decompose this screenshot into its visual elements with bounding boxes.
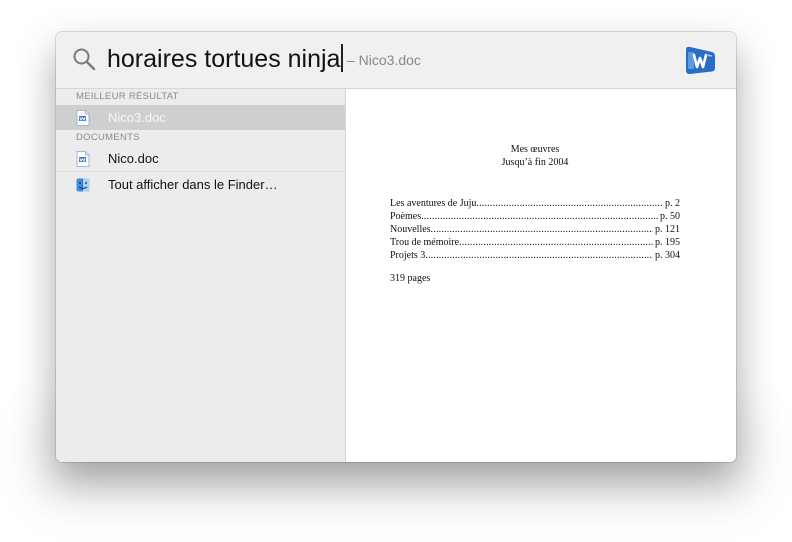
table-of-contents: Les aventures de Juju p. 2 Poèmes p. 50 No… (390, 197, 680, 262)
word-document-icon (76, 151, 90, 167)
toc-entry-label: Projets 3 (390, 250, 426, 261)
section-header-best-result: MEILLEUR RÉSULTAT (76, 91, 179, 102)
document-title: Mes œuvres (510, 144, 560, 155)
toc-entry: Nouvelles p. 121 (390, 223, 680, 236)
text-caret (341, 44, 343, 73)
result-item-label: Tout afficher dans le Finder… (108, 177, 278, 192)
toc-entry: Projets 3 p. 304 (390, 249, 680, 262)
finder-icon (76, 178, 90, 192)
document-preview: Mes œuvres Jusqu’à fin 2004 Les aventure… (346, 89, 736, 462)
search-input[interactable]: horaires tortues ninja – Nico3.doc (107, 42, 421, 76)
toc-entry-page: p. 2 (665, 198, 680, 209)
result-item-nico3-doc[interactable]: Nico3.doc (56, 105, 345, 130)
toc-entry: Les aventures de Juju p. 2 (390, 197, 680, 210)
word-app-icon (686, 46, 715, 75)
document-page: Mes œuvres Jusqu’à fin 2004 Les aventure… (390, 143, 680, 285)
toc-entry-label: Poèmes (390, 211, 422, 222)
toc-entry-label: Les aventures de Juju (390, 198, 477, 209)
toc-entry-page: p. 304 (655, 250, 680, 261)
toc-entry-page: p. 50 (660, 211, 680, 222)
toc-entry-label: Nouvelles (390, 224, 431, 235)
result-item-label: Nico3.doc (108, 110, 166, 125)
show-all-in-finder[interactable]: Tout afficher dans le Finder… (56, 172, 345, 197)
document-subtitle: Jusqu’à fin 2004 (501, 157, 569, 168)
result-item-nico-doc[interactable]: Nico.doc (56, 146, 345, 172)
search-query-text: horaires tortues ninja (107, 45, 341, 73)
page-count: 319 pages (390, 273, 431, 284)
results-list: MEILLEUR RÉSULTAT Nico3.doc DOCUMENTS Ni… (56, 89, 346, 462)
toc-entry-page: p. 195 (655, 237, 680, 248)
section-header-documents: DOCUMENTS (76, 132, 140, 143)
spotlight-window: horaires tortues ninja – Nico3.doc MEILLE… (56, 32, 736, 462)
search-icon (73, 48, 96, 71)
toc-entry-page: p. 121 (655, 224, 680, 235)
toc-entry: Poèmes p. 50 (390, 210, 680, 223)
word-document-icon (76, 110, 90, 126)
search-suggestion-suffix: – Nico3.doc (346, 52, 421, 69)
search-bar[interactable]: horaires tortues ninja – Nico3.doc (56, 32, 736, 89)
result-item-label: Nico.doc (108, 151, 159, 166)
toc-entry: Trou de mémoire p. 195 (390, 236, 680, 249)
toc-entry-label: Trou de mémoire (390, 237, 460, 248)
